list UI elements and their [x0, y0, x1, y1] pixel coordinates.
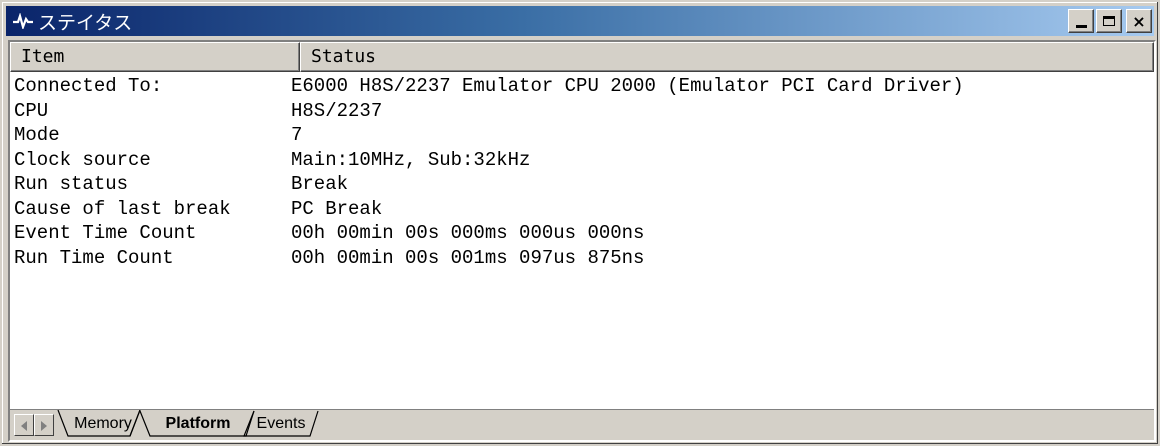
table-row[interactable]: Mode 7	[10, 123, 1154, 148]
window-controls: ×	[1068, 9, 1152, 33]
table-row[interactable]: Run status Break	[10, 172, 1154, 197]
row-status: 7	[291, 124, 303, 146]
row-status: 00h 00min 00s 001ms 097us 875ns	[291, 246, 645, 269]
row-item: CPU	[14, 99, 49, 122]
window-title: ステイタス	[38, 11, 133, 34]
close-button[interactable]: ×	[1126, 9, 1152, 33]
minimize-button[interactable]	[1068, 9, 1094, 33]
tab-events[interactable]: Events	[250, 410, 312, 438]
row-status: Break	[291, 173, 349, 195]
maximize-icon	[1103, 16, 1115, 26]
table-row[interactable]: Event Time Count 00h 00min 00s 000ms 000…	[10, 221, 1154, 246]
column-header-item[interactable]: Item	[10, 42, 300, 72]
row-status: Main:10MHz, Sub:32kHz	[291, 148, 531, 171]
column-header: Item Status	[10, 42, 1154, 72]
table-row[interactable]: Clock source Main:10MHz, Sub:32kHz	[10, 148, 1154, 173]
status-list-view[interactable]: Item Status Connected To: E6000 H8S/2237…	[8, 40, 1156, 442]
row-item: Connected To:	[14, 75, 163, 97]
table-row[interactable]: CPU H8S/2237	[10, 99, 1154, 124]
table-row[interactable]: Connected To: E6000 H8S/2237 Emulator CP…	[10, 74, 1154, 99]
row-item: Cause of last break	[14, 197, 231, 220]
row-item: Run status	[14, 173, 129, 195]
row-status: H8S/2237	[291, 99, 383, 122]
tab-memory[interactable]: Memory	[70, 410, 136, 438]
row-status: E6000 H8S/2237 Emulator CPU 2000 (Emulat…	[291, 75, 964, 97]
row-status: PC Break	[291, 197, 383, 220]
status-window: ステイタス × Item Status Connected To: E6000 …	[0, 0, 1160, 446]
maximize-button[interactable]	[1096, 9, 1122, 33]
row-item: Clock source	[14, 148, 151, 171]
column-header-status[interactable]: Status	[300, 42, 1154, 72]
row-item: Run Time Count	[14, 246, 174, 269]
title-bar[interactable]: ステイタス ×	[6, 6, 1154, 36]
row-status: 00h 00min 00s 000ms 000us 000ns	[291, 222, 645, 244]
close-icon: ×	[1132, 11, 1146, 31]
table-row[interactable]: Run Time Count 00h 00min 00s 001ms 097us…	[10, 246, 1154, 271]
table-row[interactable]: Cause of last break PC Break	[10, 197, 1154, 222]
row-item: Mode	[14, 124, 60, 146]
status-rows: Connected To: E6000 H8S/2237 Emulator CP…	[10, 74, 1154, 270]
row-item: Event Time Count	[14, 222, 197, 244]
sheet-tab-bar: Memory Platform Events	[10, 409, 1154, 440]
minimize-icon	[1075, 24, 1087, 28]
tab-platform[interactable]: Platform	[148, 410, 248, 438]
status-pulse-icon[interactable]	[12, 10, 34, 32]
